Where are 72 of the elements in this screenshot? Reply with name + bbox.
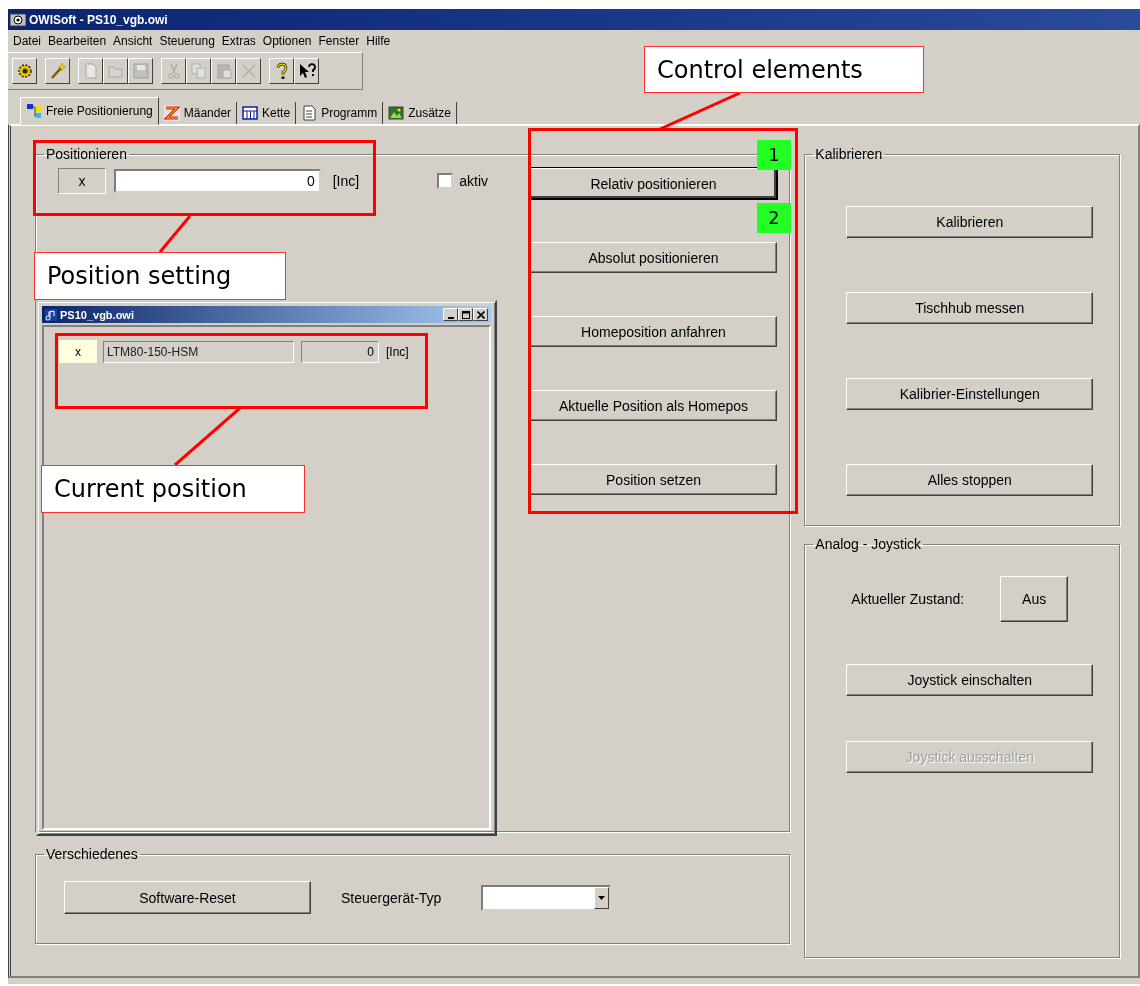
zigzag-icon <box>163 105 180 121</box>
paste-icon <box>214 62 233 80</box>
checkbox-label: aktiv <box>459 173 488 189</box>
action-button[interactable]: Absolut positionieren <box>530 242 777 273</box>
menu-item[interactable]: Extras <box>219 34 261 48</box>
dropdown-arrow-icon <box>598 895 606 900</box>
action-button[interactable]: Aktuelle Position als Homepos <box>530 390 777 421</box>
axis-label: x <box>58 168 106 194</box>
checkbox[interactable] <box>437 173 454 189</box>
app-icon <box>10 12 26 27</box>
wand-icon <box>48 62 67 80</box>
blocks-icon <box>26 103 42 119</box>
menu-item[interactable]: Steuerung <box>157 34 220 48</box>
action-button[interactable]: Relativ positionieren <box>530 168 777 199</box>
close-button[interactable] <box>473 308 488 321</box>
menu-item[interactable]: Bearbeiten <box>46 34 112 48</box>
group-title: Analog - Joystick <box>814 536 923 552</box>
action-button[interactable]: Homeposition anfahren <box>530 316 777 347</box>
maximize-icon <box>461 310 470 319</box>
motor-field: LTM80-150-HSM <box>103 340 294 363</box>
callout-label: Position setting <box>34 252 286 300</box>
grid-icon <box>242 105 259 121</box>
toolbar-button[interactable] <box>294 58 319 84</box>
group-title: Positionieren <box>45 146 128 162</box>
action-button[interactable]: Alles stoppen <box>846 464 1094 496</box>
menu-item[interactable]: Ansicht <box>111 34 158 48</box>
callout-label: Control elements <box>644 46 924 93</box>
minimize-button[interactable] <box>443 308 458 321</box>
axis-label: x <box>59 340 97 363</box>
action-button[interactable]: Joystick einschalten <box>846 664 1094 696</box>
maximize-button[interactable] <box>458 308 473 321</box>
reset-button[interactable]: Software-Reset <box>64 881 311 914</box>
menu-item[interactable]: Fenster <box>316 34 365 48</box>
number-badge: 2 <box>757 203 791 233</box>
number-badge: 1 <box>757 140 791 170</box>
close-icon <box>476 310 485 319</box>
tab[interactable]: Kette <box>237 102 297 124</box>
type-dropdown[interactable] <box>481 884 612 911</box>
state-button[interactable]: Aus <box>1000 576 1069 622</box>
field-label: Steuergerät-Typ <box>341 889 442 906</box>
menu-item[interactable]: Datei <box>11 34 46 48</box>
position-field: 0 <box>301 340 379 363</box>
tab[interactable]: Freie Positionierung <box>20 97 159 125</box>
menu-item[interactable]: Hilfe <box>364 34 396 48</box>
state-label: Aktueller Zustand: <box>851 591 965 607</box>
tab[interactable]: Programm <box>296 102 384 124</box>
child-window-title: PS10_vgb.owi <box>60 308 135 321</box>
action-button[interactable]: Kalibrieren <box>846 206 1094 238</box>
toolbar-button[interactable] <box>45 58 70 84</box>
copy-icon <box>189 62 208 80</box>
minimize-icon <box>447 316 454 319</box>
leader-line <box>158 216 192 252</box>
toolbar-button[interactable] <box>12 58 37 84</box>
action-button[interactable]: Position setzen <box>530 464 777 495</box>
window-title: OWISoft - PS10_vgb.owi <box>29 12 168 27</box>
group-title: Verschiedenes <box>45 846 139 862</box>
tab[interactable]: Mäander <box>158 102 238 124</box>
action-button[interactable]: Kalibrier-Einstellungen <box>846 378 1094 410</box>
action-button[interactable]: Tischhub messen <box>846 292 1094 324</box>
gear-icon <box>15 62 34 80</box>
unit-label: [Inc] <box>386 344 409 359</box>
pointer-help-icon <box>297 62 316 80</box>
tab[interactable]: Zusätze <box>383 102 457 124</box>
group-title: Kalibrieren <box>814 146 884 162</box>
position-input[interactable]: 0 <box>113 169 321 193</box>
delete-icon <box>239 62 258 80</box>
unit-label: [Inc] <box>332 173 360 189</box>
callout-label: Current position <box>41 465 305 513</box>
leader-line <box>173 408 242 465</box>
toolbar-button[interactable] <box>269 58 294 84</box>
menu-item[interactable]: Optionen <box>260 34 317 48</box>
landscape-icon <box>388 105 405 121</box>
